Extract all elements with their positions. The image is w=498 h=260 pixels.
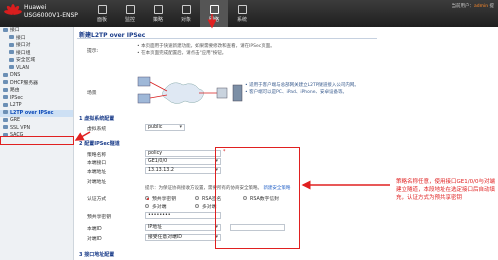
sidebar-item-label: DHCP服务器	[10, 80, 38, 86]
brand: Huawei USG6000V1-ENSP	[24, 4, 78, 20]
tree-node-icon	[3, 72, 8, 77]
annotation-callout: 策略名称任意，使用接口GE1/0/0与对端建立隧道，本段地址在选定接口后自动填充…	[396, 179, 496, 201]
vsys-label: 虚拟系统	[87, 127, 107, 132]
local-id-label: 本端ID	[87, 227, 102, 232]
nav-network[interactable]: 网络	[200, 0, 228, 27]
tree-node-icon	[3, 102, 8, 107]
auth-psk-radio[interactable]	[145, 196, 149, 200]
sidebar-item[interactable]: 接口	[0, 27, 73, 35]
tree-node-icon	[3, 87, 8, 92]
local-interface-label: 本端接口	[87, 161, 107, 166]
main-nav: 面板 监控 策略 对象 网络 系统	[88, 0, 256, 27]
sidebar-item-label: 路由	[10, 88, 20, 93]
peer-multi-label: 多对端	[152, 205, 167, 210]
nav-system[interactable]: 系统	[228, 0, 256, 27]
peer-multi-radio-2[interactable]	[195, 204, 199, 208]
sidebar-item-label: 安全区域	[16, 58, 36, 63]
tree-node-icon	[3, 95, 8, 99]
policy-name-input[interactable]: policy	[145, 150, 221, 157]
nav-dashboard[interactable]: 面板	[88, 0, 116, 27]
section-vsys: 1 虚拟系统配置	[79, 116, 115, 122]
sidebar-item-label: VLAN	[16, 65, 29, 71]
peer-id-label: 对端ID	[87, 237, 102, 242]
sidebar-item-label: L2TP	[10, 103, 22, 108]
sidebar-item-label: SSL VPN	[10, 125, 31, 131]
sidebar-item[interactable]: VLAN	[0, 65, 73, 73]
sidebar-item-label: 接口对	[16, 43, 31, 48]
tree-node-icon	[9, 42, 14, 47]
system-icon	[237, 5, 247, 14]
nav-policy[interactable]: 策略	[144, 0, 172, 27]
annotation-box	[215, 147, 300, 249]
tree-node-icon	[3, 125, 8, 129]
policy-name-label: 策略名称	[87, 153, 107, 158]
sidebar-item-label: 接口	[16, 35, 26, 41]
brand-name: Huawei	[24, 4, 47, 11]
sidebar-item-label: 接口	[10, 28, 20, 33]
local-address-select[interactable]: 13.13.13.2	[145, 167, 221, 174]
local-interface-select[interactable]: GE1/0/0	[145, 158, 221, 165]
huawei-logo	[3, 3, 23, 21]
title-divider	[77, 38, 377, 39]
local-address-label: 本端地址	[87, 170, 107, 175]
auth-rsa-sign-radio[interactable]	[195, 196, 199, 200]
scenario-label: 场景	[87, 91, 97, 96]
section-interface: 3 接口地址配置	[79, 252, 115, 258]
hint-text: • 本页面用于快速新建功能，如果需要修改和查看，请在IPSec页面。 • 在本页…	[137, 44, 275, 56]
username[interactable]: admin	[474, 4, 488, 9]
tree-node-icon	[9, 50, 14, 54]
auth-psk-label: 预共享密钥	[152, 197, 176, 202]
tree-node-icon	[3, 117, 8, 122]
local-id-select[interactable]: IP地址	[145, 224, 221, 231]
sidebar-item[interactable]: 安全区域	[0, 57, 73, 65]
sidebar-item[interactable]: SSL VPN	[0, 125, 73, 133]
vsys-select[interactable]: public	[145, 124, 185, 131]
psk-label: 预共享密钥	[87, 215, 111, 220]
sidebar-item[interactable]: DHCP服务器	[0, 80, 73, 88]
sidebar-item-label: DNS	[10, 73, 21, 78]
hint-label: 提示:	[87, 49, 99, 54]
nav-monitor[interactable]: 监控	[116, 0, 144, 27]
sidebar-item[interactable]: L2TP over IPSec	[0, 109, 73, 117]
sidebar-item[interactable]: 路由	[0, 87, 73, 95]
object-icon	[181, 5, 191, 14]
sidebar-item-label: L2TP over IPSec	[10, 110, 54, 116]
top-bar: Huawei USG6000V1-ENSP 面板 监控 策略 对象 网络 系统 …	[0, 0, 498, 27]
sidebar-item-label: GRE	[10, 118, 21, 123]
monitor-icon	[125, 5, 135, 14]
sidebar-highlight-box	[0, 136, 74, 145]
auth-method-label: 认证方式	[87, 197, 107, 202]
scenario-text: • 适用于客户端与总部网关建立L2TP隧道接入公司内网。 • 客户端可以是PC、…	[245, 83, 359, 95]
tree-node-icon	[3, 110, 8, 114]
sidebar-item[interactable]: 接口对	[0, 42, 73, 50]
sidebar-item-label: IPSec	[10, 95, 23, 101]
tree-node-icon	[3, 27, 8, 32]
policy-icon	[153, 5, 163, 14]
tree-node-icon	[9, 57, 14, 62]
sidebar-item[interactable]: GRE	[0, 117, 73, 125]
peer-address-label: 对端地址	[87, 180, 107, 185]
device-model: USG6000V1-ENSP	[24, 12, 78, 19]
user-info: 当前用户：admin 提	[451, 4, 495, 9]
section-ipsec: 2 配置IPSec隧道	[79, 141, 120, 147]
psk-input[interactable]: ••••••••	[145, 212, 221, 219]
sidebar-item-label: 接口组	[16, 50, 31, 56]
tree-node-icon	[3, 80, 8, 84]
tree-node-icon	[9, 35, 14, 39]
sidebar-item[interactable]: L2TP	[0, 102, 73, 110]
dashboard-icon	[97, 5, 107, 14]
sidebar-item[interactable]: DNS	[0, 72, 73, 80]
sidebar-item[interactable]: 接口组	[0, 50, 73, 58]
sidebar-tree: 接口 接口 接口对 接口组 安全区域 VLAN DNS DHCP服务器 路由 IPSec L2TP L…	[0, 27, 73, 140]
tree-node-icon	[9, 65, 14, 69]
network-icon	[209, 5, 219, 14]
user-action[interactable]: 提	[490, 4, 495, 9]
nav-object[interactable]: 对象	[172, 0, 200, 27]
peer-id-select[interactable]: 接受任意对端ID	[145, 234, 221, 241]
sidebar-item[interactable]: IPSec	[0, 95, 73, 103]
scenario-diagram	[137, 76, 243, 104]
sidebar-item[interactable]: 接口	[0, 35, 73, 43]
peer-multi-radio[interactable]	[145, 204, 149, 208]
